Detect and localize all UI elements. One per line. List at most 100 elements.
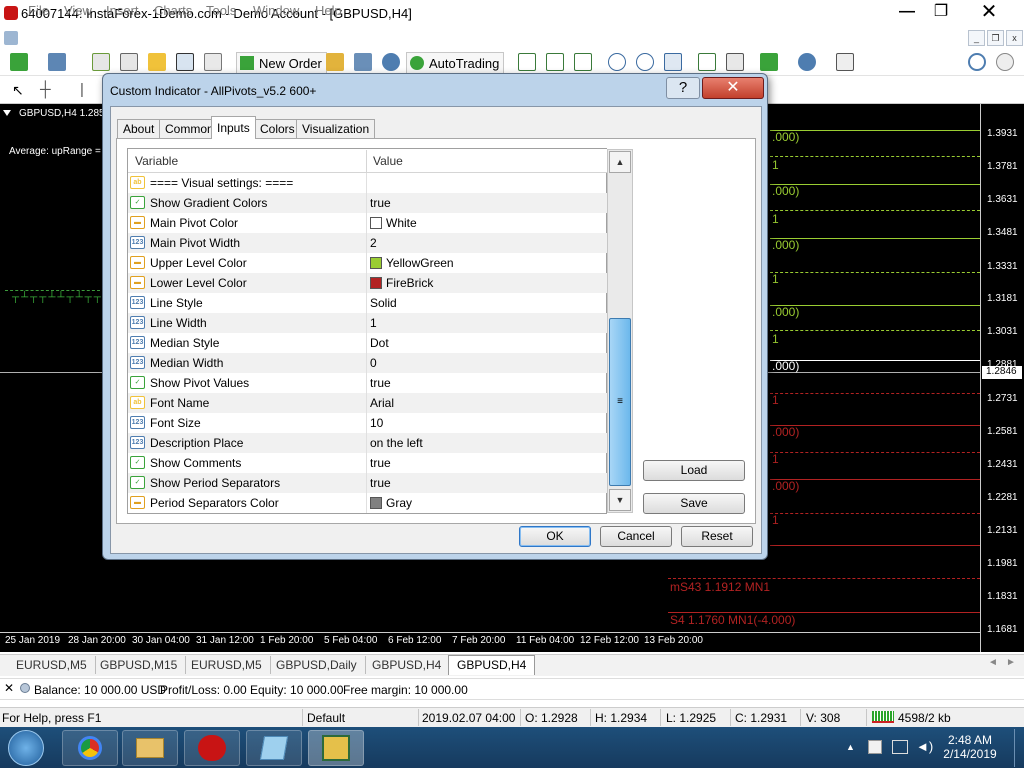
crosshair-icon[interactable]: ┼ [40,81,51,98]
status-profile[interactable]: Default [307,711,345,725]
scroll-down-icon[interactable]: ▼ [609,489,631,511]
column-header-value[interactable]: Value [373,154,403,168]
indicators-icon[interactable] [760,53,778,71]
reset-button[interactable]: Reset [681,526,753,547]
parameter-row[interactable]: ▬ Upper Level Color YellowGreen [128,253,607,273]
maximize-button[interactable]: ❐ [918,0,964,26]
parameter-row[interactable]: ab Font Name Arial [128,393,607,413]
tile-windows-icon[interactable] [664,53,682,71]
scroll-up-icon[interactable]: ▲ [609,151,631,173]
menu-file[interactable]: File [28,3,49,18]
parameter-row[interactable]: 123 Main Pivot Width 2 [128,233,607,253]
mdi-restore-button[interactable]: ❐ [987,30,1004,46]
parameter-row[interactable]: ✓ Show Gradient Colors true [128,193,607,213]
parameter-value[interactable]: true [370,376,391,390]
parameter-row[interactable]: 123 Median Width 0 [128,353,607,373]
document-icon[interactable] [4,31,18,45]
save-button[interactable]: Save [643,493,745,514]
color-swatch[interactable] [370,497,382,509]
parameter-row[interactable]: ✓ Show Period Separators true [128,473,607,493]
parameter-row[interactable]: 123 Description Place on the left [128,433,607,453]
show-desktop-button[interactable] [1014,729,1024,767]
parameter-row[interactable]: ✓ Show Pivot Values true [128,373,607,393]
network-icon[interactable] [892,740,908,754]
chart-shift-icon[interactable] [726,53,744,71]
candlestick-icon[interactable] [546,53,564,71]
tab-about[interactable]: About [117,119,161,138]
mdi-close-button[interactable]: x [1006,30,1023,46]
terminal-icon[interactable] [176,53,194,71]
toolbox-close-icon[interactable]: ✕ [4,681,14,695]
tab-visualization[interactable]: Visualization [296,119,376,138]
parameter-row[interactable]: ▬ Lower Level Color FireBrick [128,273,607,293]
chart-tab[interactable]: GBPUSD,M15 [92,656,187,674]
tab-inputs[interactable]: Inputs [211,116,256,139]
parameter-value[interactable]: true [370,476,391,490]
tray-expand-icon[interactable]: ▲ [846,742,855,752]
parameter-row[interactable]: 123 Line Width 1 [128,313,607,333]
cursor-icon[interactable]: ↖ [12,82,24,99]
dialog-help-button[interactable]: ? [666,77,700,99]
parameter-value[interactable]: Solid [370,296,397,310]
periods-icon[interactable] [798,53,816,71]
parameter-row[interactable]: 123 Median Style Dot [128,333,607,353]
parameter-value[interactable]: 0 [370,356,377,370]
market-watch-icon[interactable] [92,53,110,71]
parameter-row[interactable]: ▬ Period Separators Color Gray [128,493,607,513]
color-swatch[interactable] [370,277,382,289]
menu-charts[interactable]: Charts [154,3,192,18]
data-window-icon[interactable] [120,53,138,71]
color-swatch[interactable] [370,217,382,229]
new-chart-icon[interactable] [10,53,28,71]
zoom-in-icon[interactable] [608,53,626,71]
chart-tab-active[interactable]: GBPUSD,H4 [448,655,536,675]
line-chart-icon[interactable] [574,53,592,71]
zoom-out-icon[interactable] [636,53,654,71]
parameter-value[interactable]: 10 [370,416,383,430]
parameter-row[interactable]: ✓ Show Comments true [128,453,607,473]
tab-colors[interactable]: Colors [254,119,301,138]
tester-icon[interactable] [204,53,222,71]
metaeditor-icon[interactable] [326,53,344,71]
action-center-icon[interactable] [868,740,882,754]
chart-tab[interactable]: EURUSD,M5 [8,656,96,674]
menu-help[interactable]: Help [315,3,342,18]
ok-button[interactable]: OK [519,526,591,547]
parameter-row[interactable]: 123 Font Size 10 [128,413,607,433]
menu-insert[interactable]: Insert [106,3,139,18]
autoscroll-icon[interactable] [698,53,716,71]
templates-icon[interactable] [836,53,854,71]
tabs-scroll-right-icon[interactable]: ► [1006,657,1016,668]
chat-icon[interactable] [996,53,1014,71]
navigator-icon[interactable] [148,53,166,71]
close-button[interactable]: ✕ [966,0,1012,26]
color-swatch[interactable] [370,257,382,269]
parameter-value[interactable]: White [386,216,417,230]
parameter-value[interactable]: true [370,456,391,470]
parameter-value[interactable]: 1 [370,316,377,330]
bar-chart-icon[interactable] [518,53,536,71]
search-icon[interactable] [968,53,986,71]
scroll-thumb[interactable]: ≡ [609,318,631,486]
menu-view[interactable]: View [64,3,92,18]
parameter-row[interactable]: 123 Line Style Solid [128,293,607,313]
mdi-minimize-button[interactable]: _ [968,30,985,46]
parameter-value[interactable]: Arial [370,396,394,410]
profiles-icon[interactable] [48,53,66,71]
vps-icon[interactable] [382,53,400,71]
start-button[interactable] [8,730,44,766]
chart-tab[interactable]: EURUSD,M5 [183,656,271,674]
connection-status-icon[interactable] [872,711,894,723]
chart-tab[interactable]: GBPUSD,Daily [268,656,366,674]
load-button[interactable]: Load [643,460,745,481]
vertical-line-icon[interactable]: | [80,81,84,98]
column-header-variable[interactable]: Variable [135,154,178,168]
parameter-value[interactable]: on the left [370,436,423,450]
parameter-value[interactable]: FireBrick [386,276,433,290]
cancel-button[interactable]: Cancel [600,526,672,547]
parameter-row[interactable]: ab ==== Visual settings: ==== [128,173,607,193]
dialog-close-button[interactable]: ✕ [702,77,764,99]
parameter-value[interactable]: Dot [370,336,389,350]
parameter-value[interactable]: 2 [370,236,377,250]
chart-menu-arrow-icon[interactable] [3,110,11,116]
